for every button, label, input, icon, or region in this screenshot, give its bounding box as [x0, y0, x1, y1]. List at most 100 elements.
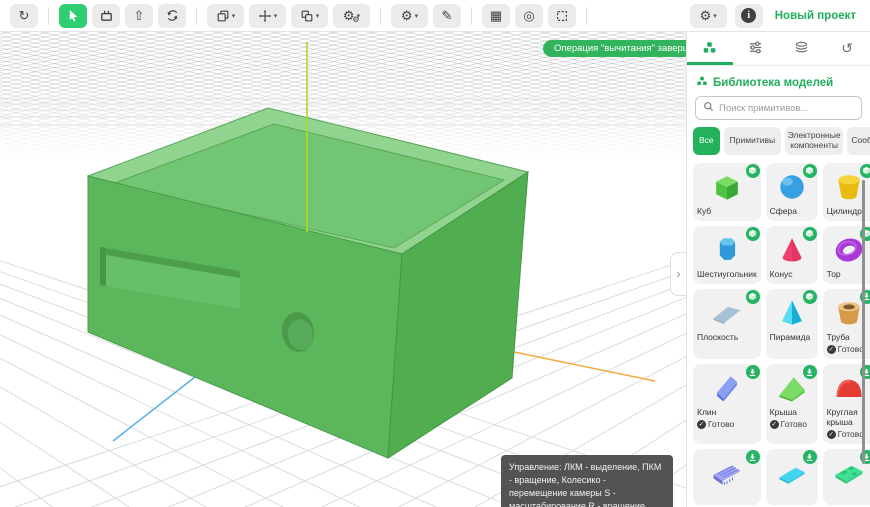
model-box[interactable] [88, 108, 528, 458]
toolbar-right-group: ⚙ ▾ i Новый проект [690, 4, 860, 28]
select-tool-button[interactable] [59, 4, 87, 28]
library-item-label: Плоскость [697, 332, 757, 342]
operations-dropdown-button[interactable]: ⚙⚙ ▾ [333, 4, 370, 28]
toolbar-divider [196, 7, 197, 25]
rotate-button[interactable] [158, 4, 186, 28]
panel-collapse-button[interactable]: › [670, 252, 686, 296]
library-item-label: Клин [697, 407, 757, 417]
panel-scrollbar[interactable] [862, 180, 865, 464]
cube-thumbnail [705, 169, 749, 205]
library-item[interactable]: Куб [693, 163, 761, 221]
library-item[interactable]: Клин ✓Готово [693, 364, 761, 444]
library-item-label: Сфера [770, 206, 814, 216]
chevron-down-icon: ▾ [415, 12, 419, 20]
filter-chip-primitives[interactable]: Примитивы [724, 127, 781, 155]
active-tab-underline [687, 62, 733, 65]
tab-library[interactable] [687, 32, 733, 65]
check-icon: ✓ [770, 420, 779, 429]
status-text: Готово [838, 344, 864, 354]
tab-history[interactable]: ↺ [824, 32, 870, 65]
frame-select-button[interactable] [548, 4, 576, 28]
library-item[interactable]: Конус [766, 226, 818, 284]
heatsink-thumbnail [705, 455, 749, 491]
center-view-button[interactable]: ◎ [515, 4, 543, 28]
library-item[interactable]: Пирамида [766, 289, 818, 359]
library-item[interactable]: Плоскость [693, 289, 761, 359]
toolbar-divider [48, 7, 49, 25]
panel-title-text: Библиотека моделей [713, 77, 833, 89]
lift-button[interactable]: ⇧ [125, 4, 153, 28]
builtin-badge-icon [803, 164, 817, 178]
filter-chip-community[interactable]: Сообщество [847, 127, 870, 155]
status-text: Готово [708, 419, 734, 429]
library-item[interactable] [693, 449, 761, 505]
app-window: ↻ ⇧ ▾ ▾ ▾ ⚙⚙ ▾ ⚙ ▾ [0, 0, 870, 507]
redo-button[interactable]: ↻ [10, 4, 38, 28]
hex-prism-thumbnail [705, 232, 749, 268]
chevron-down-icon: ▾ [713, 12, 717, 20]
gear-icon: ⚙ [700, 8, 712, 24]
box-select-button[interactable] [92, 4, 120, 28]
grid-icon: ▦ [490, 8, 502, 24]
panel-tabs: ↺ [687, 32, 870, 66]
move-icon [258, 9, 272, 23]
toolbar-divider [586, 7, 587, 25]
move-dropdown-button[interactable]: ▾ [249, 4, 286, 28]
copy-icon [216, 9, 230, 23]
edit-button[interactable]: ✎ [433, 4, 461, 28]
app-settings-dropdown-button[interactable]: ⚙ ▾ [690, 4, 727, 28]
viewport-3d[interactable]: Операция "вычитания" завершена Управлени… [0, 32, 686, 507]
library-item-label: Конус [770, 269, 814, 279]
axis-y-line [514, 352, 655, 381]
library-item[interactable]: Сфера [766, 163, 818, 221]
download-badge-icon [746, 365, 760, 379]
new-project-link[interactable]: Новый проект [771, 10, 860, 22]
filter-chips: Все Примитивы Электронные компоненты Соо… [693, 127, 870, 155]
info-button[interactable]: i [735, 4, 763, 28]
clone-dropdown-button[interactable]: ▾ [291, 4, 328, 28]
search-input[interactable] [719, 103, 854, 114]
clone-icon [300, 9, 314, 23]
shapes-icon [702, 40, 717, 58]
library-item-label: Крыша [770, 407, 814, 417]
status-ready: ✓Готово [697, 419, 757, 429]
download-badge-icon [803, 365, 817, 379]
download-badge-icon [746, 450, 760, 464]
gear-icon: ⚙ [401, 8, 413, 24]
layers-icon [794, 40, 809, 58]
redo-icon: ↻ [19, 8, 30, 24]
operation-toast: Операция "вычитания" завершена [543, 40, 686, 57]
builtin-badge-icon [746, 290, 760, 304]
gears-icon: ⚙⚙ [343, 9, 355, 22]
settings-dropdown-button[interactable]: ⚙ ▾ [391, 4, 428, 28]
check-icon: ✓ [827, 430, 836, 439]
selection-frame-icon [555, 9, 569, 23]
check-icon: ✓ [697, 420, 706, 429]
grid-view-button[interactable]: ▦ [482, 4, 510, 28]
tab-properties[interactable] [733, 32, 779, 65]
search-icon [703, 99, 714, 117]
plane-thumbnail [705, 295, 749, 331]
search-box [695, 96, 862, 120]
tab-layers[interactable] [779, 32, 825, 65]
library-item[interactable] [766, 449, 818, 505]
filter-chip-electronics[interactable]: Электронные компоненты [785, 127, 843, 155]
library-item[interactable]: Крыша ✓Готово [766, 364, 818, 444]
status-text: Готово [781, 419, 807, 429]
sync-icon [165, 8, 180, 23]
library-item[interactable]: Шестиугольник [693, 226, 761, 284]
builtin-badge-icon [746, 227, 760, 241]
download-badge-icon [803, 450, 817, 464]
chevron-down-icon: ▾ [274, 12, 278, 20]
status-text: Готово [838, 429, 864, 439]
shapes-icon [696, 75, 708, 90]
history-icon: ↺ [841, 40, 853, 57]
filter-chip-all[interactable]: Все [693, 127, 720, 155]
builtin-badge-icon [746, 164, 760, 178]
check-icon: ✓ [827, 345, 836, 354]
chevron-down-icon: ▾ [232, 12, 236, 20]
arrow-up-icon: ⇧ [134, 8, 145, 24]
copy-dropdown-button[interactable]: ▾ [207, 4, 244, 28]
chevron-right-icon: › [677, 267, 681, 281]
library-item-label: Пирамида [770, 332, 814, 342]
